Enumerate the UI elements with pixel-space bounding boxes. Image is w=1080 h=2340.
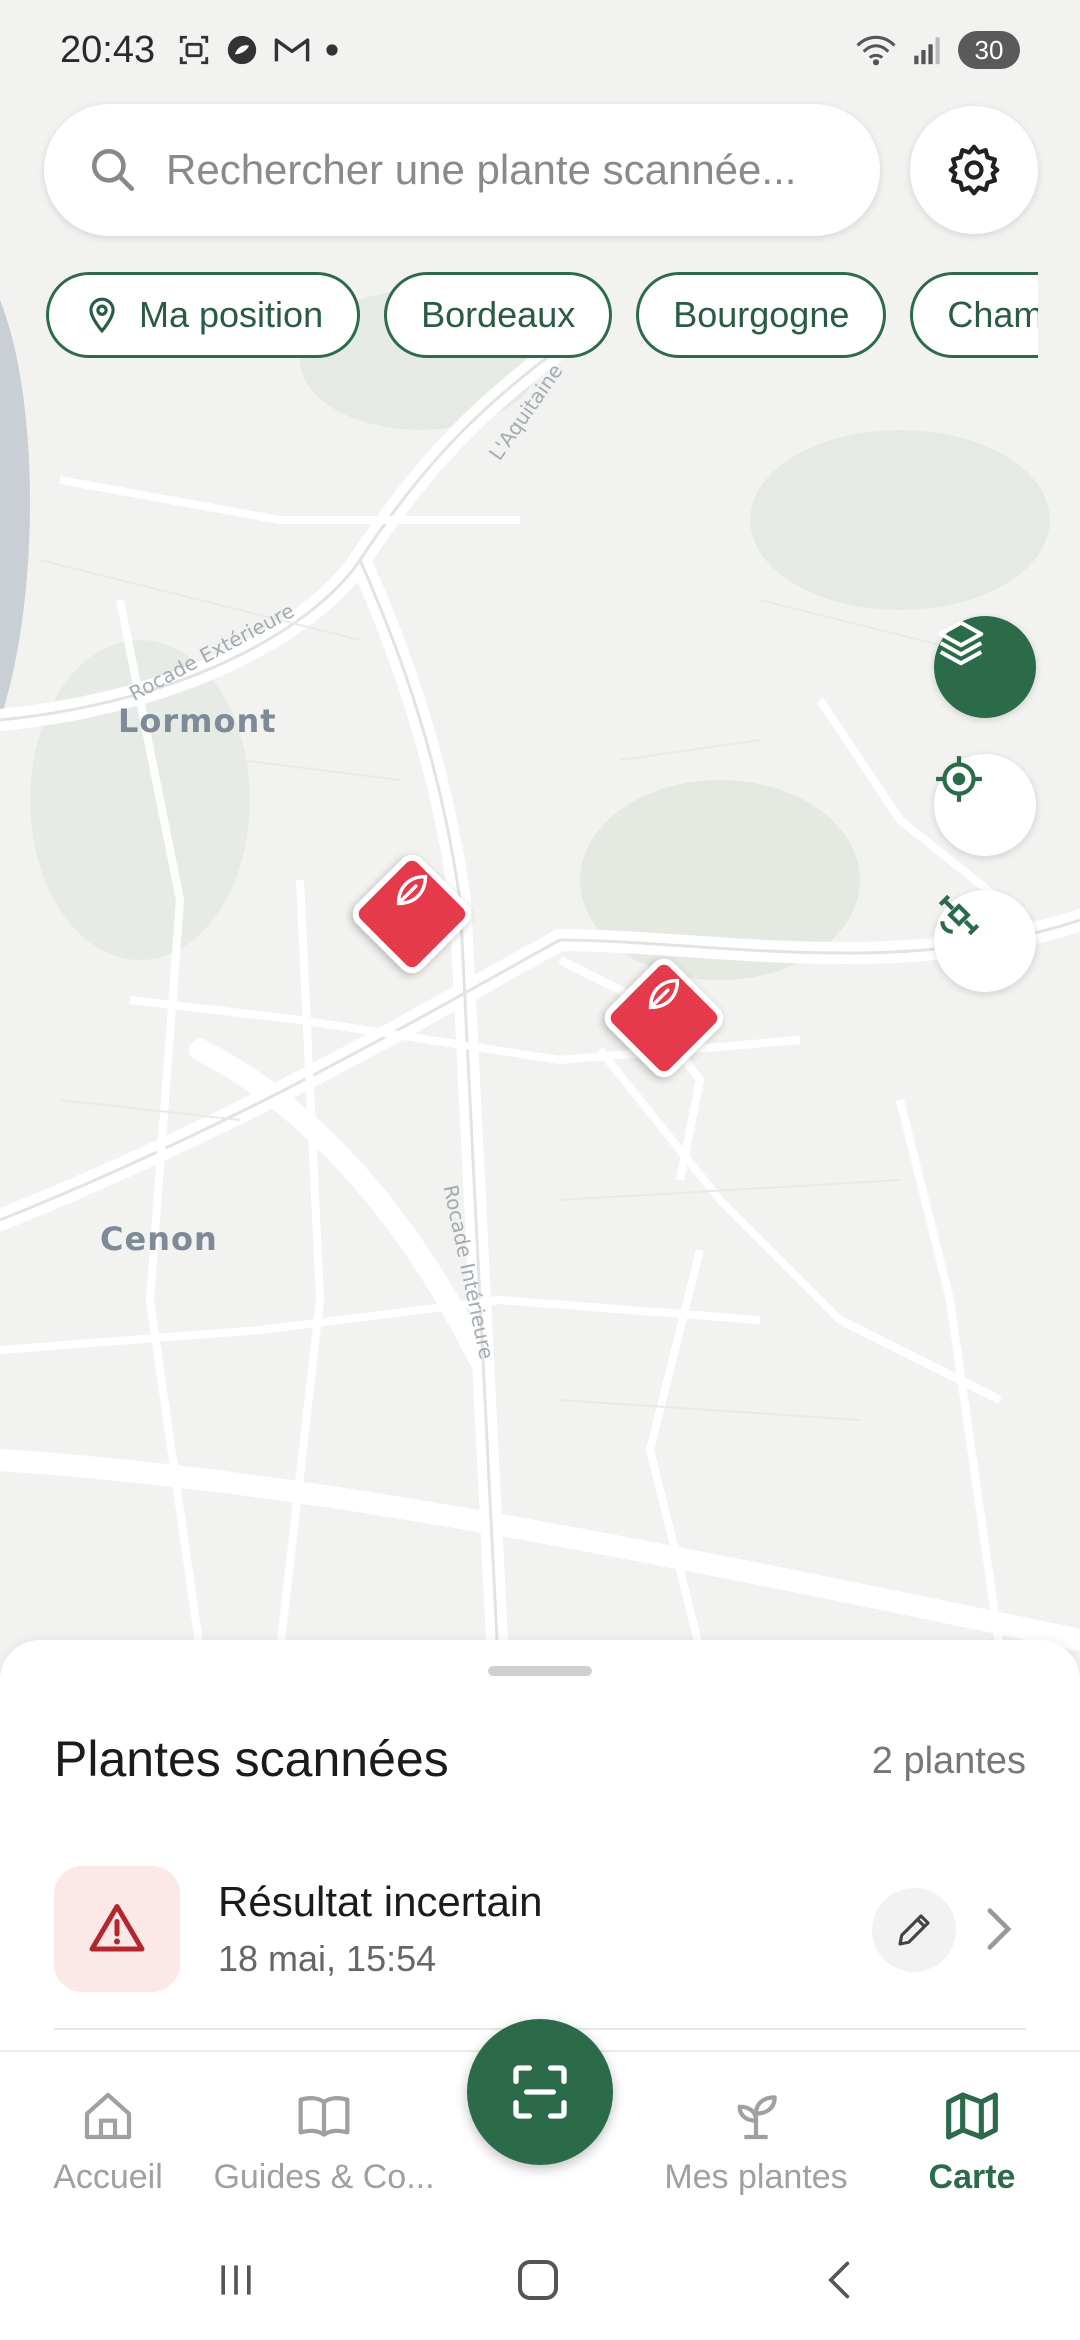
signal-icon: [914, 37, 940, 65]
satellite-icon: [938, 894, 980, 936]
scan-icon: [513, 2065, 567, 2119]
edit-button[interactable]: [872, 1888, 956, 1972]
nav-label: Mes plantes: [664, 2158, 848, 2196]
chip-my-position[interactable]: Ma position: [46, 272, 361, 358]
app-icon: [227, 35, 257, 65]
chip-champagne[interactable]: Champ: [910, 272, 1038, 358]
back-button[interactable]: [790, 2250, 890, 2310]
home-square-icon: [518, 2260, 558, 2300]
status-time: 20:43: [60, 28, 156, 71]
chip-label: Champ: [947, 294, 1038, 335]
settings-button[interactable]: [910, 106, 1038, 234]
home-button[interactable]: [488, 2250, 588, 2310]
nav-label: Guides & Co...: [213, 2158, 435, 2196]
warning-badge: [54, 1866, 180, 1992]
result-title: Résultat incertain: [218, 1878, 543, 1925]
screenshot-icon: [179, 35, 209, 65]
chip-label: Bordeaux: [421, 294, 576, 335]
my-location-button[interactable]: [934, 754, 1036, 856]
satellite-button[interactable]: [934, 890, 1036, 992]
nav-item-accueil[interactable]: Accueil: [0, 2088, 216, 2197]
battery-icon: 30: [958, 31, 1020, 69]
place-label-cenon: Cenon: [100, 1220, 218, 1258]
place-label-lormont: Lormont: [118, 702, 277, 740]
search-placeholder: Rechercher une plante scannée...: [166, 146, 797, 193]
system-navigation: [0, 2220, 1080, 2340]
map-icon: [946, 2092, 998, 2140]
gmail-icon: [274, 38, 310, 62]
status-bar: 20:43 30: [0, 0, 1080, 100]
sheet-drag-handle[interactable]: [488, 1666, 592, 1676]
gear-icon: [948, 144, 1000, 196]
plant-count: 2 plantes: [871, 1740, 1026, 1782]
scan-button[interactable]: [467, 2019, 613, 2165]
list-item[interactable]: Résultat incertain 18 mai, 15:54: [54, 1866, 1026, 1994]
leaf-icon: [396, 874, 428, 906]
pencil-icon: [898, 1914, 930, 1946]
chip-bourgogne[interactable]: Bourgogne: [636, 272, 887, 358]
recent-apps-icon: [221, 2265, 251, 2295]
dot-icon: [326, 44, 338, 56]
map-roads: [0, 290, 1080, 1700]
layers-button[interactable]: [934, 616, 1036, 718]
location-pin-icon: [89, 297, 115, 334]
chip-label: Ma position: [139, 294, 324, 335]
battery-level: 30: [974, 34, 1004, 65]
book-icon: [298, 2096, 350, 2137]
nav-item-carte[interactable]: Carte: [864, 2088, 1080, 2197]
layers-icon: [938, 620, 984, 666]
warning-icon: [89, 1904, 145, 1952]
crosshair-icon: [936, 756, 982, 802]
chevron-right-icon[interactable]: [984, 1906, 1014, 1952]
wifi-icon: [856, 35, 896, 66]
map-view[interactable]: Lormont Cenon Rocade Extérieure L'Aquita…: [0, 0, 1080, 1700]
home-icon: [84, 2092, 132, 2140]
nav-item-mes-plantes[interactable]: Mes plantes: [648, 2088, 864, 2197]
recent-apps-button[interactable]: [186, 2250, 286, 2310]
search-icon: [91, 148, 135, 192]
search-input[interactable]: Rechercher une plante scannée...: [44, 104, 880, 236]
leaf-icon: [648, 978, 680, 1010]
scanned-plants-sheet[interactable]: Plantes scannées 2 plantes Résultat ince…: [0, 1640, 1080, 2050]
result-date: 18 mai, 15:54: [218, 1938, 437, 1979]
sheet-title: Plantes scannées: [54, 1731, 449, 1787]
nav-item-guides[interactable]: Guides & Co...: [213, 2088, 435, 2197]
nav-label: Carte: [928, 2158, 1016, 2196]
region-chips: Ma position Bordeaux Bourgogne Champ: [46, 272, 1038, 362]
chip-label: Bourgogne: [673, 294, 850, 335]
nav-label: Accueil: [53, 2158, 163, 2196]
sprout-icon: [737, 2095, 777, 2140]
chip-bordeaux[interactable]: Bordeaux: [384, 272, 613, 358]
back-icon: [828, 2261, 850, 2299]
